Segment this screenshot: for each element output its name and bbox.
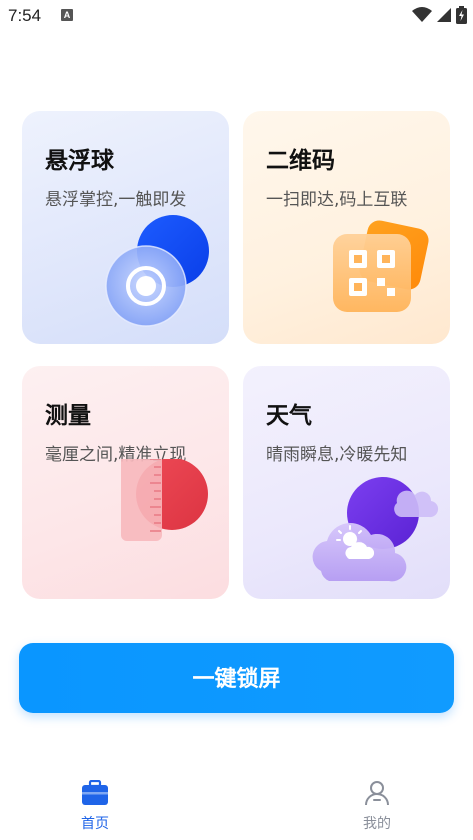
bottom-nav: 首页 我的 (0, 770, 473, 840)
one-click-lock-button[interactable]: 一键锁屏 (19, 643, 454, 713)
notification-badge-icon: A (61, 9, 73, 21)
status-time: 7:54 (8, 6, 42, 25)
qr-code-icon (333, 220, 429, 312)
nav-item-mine[interactable]: 我的 (337, 780, 417, 833)
ruler-icon (121, 459, 208, 541)
floating-ball-card[interactable]: 悬浮球 悬浮掌控,一触即发 (22, 111, 229, 344)
status-icons (412, 6, 467, 24)
measure-card[interactable]: 测量 毫厘之间,精准立现 (22, 366, 229, 599)
weather-card[interactable]: 天气 晴雨瞬息,冷暖先知 (243, 366, 450, 599)
signal-icon (437, 8, 451, 22)
nav-item-home[interactable]: 首页 (55, 779, 135, 833)
card-title: 悬浮球 (45, 148, 114, 174)
nav-label-home: 首页 (81, 816, 109, 832)
user-icon (365, 781, 389, 806)
toolbox-icon (82, 779, 108, 805)
card-title: 天气 (266, 403, 312, 429)
wifi-icon (412, 7, 432, 22)
qr-code-card[interactable]: 二维码 一扫即达,码上互联 (243, 111, 450, 344)
nav-label-mine: 我的 (363, 816, 391, 832)
weather-icon (312, 477, 439, 582)
battery-icon (456, 6, 467, 24)
status-bar: 7:54 A (0, 0, 473, 32)
card-title: 二维码 (266, 148, 335, 174)
floating-ball-icon (105, 215, 209, 327)
card-title: 测量 (45, 403, 91, 429)
